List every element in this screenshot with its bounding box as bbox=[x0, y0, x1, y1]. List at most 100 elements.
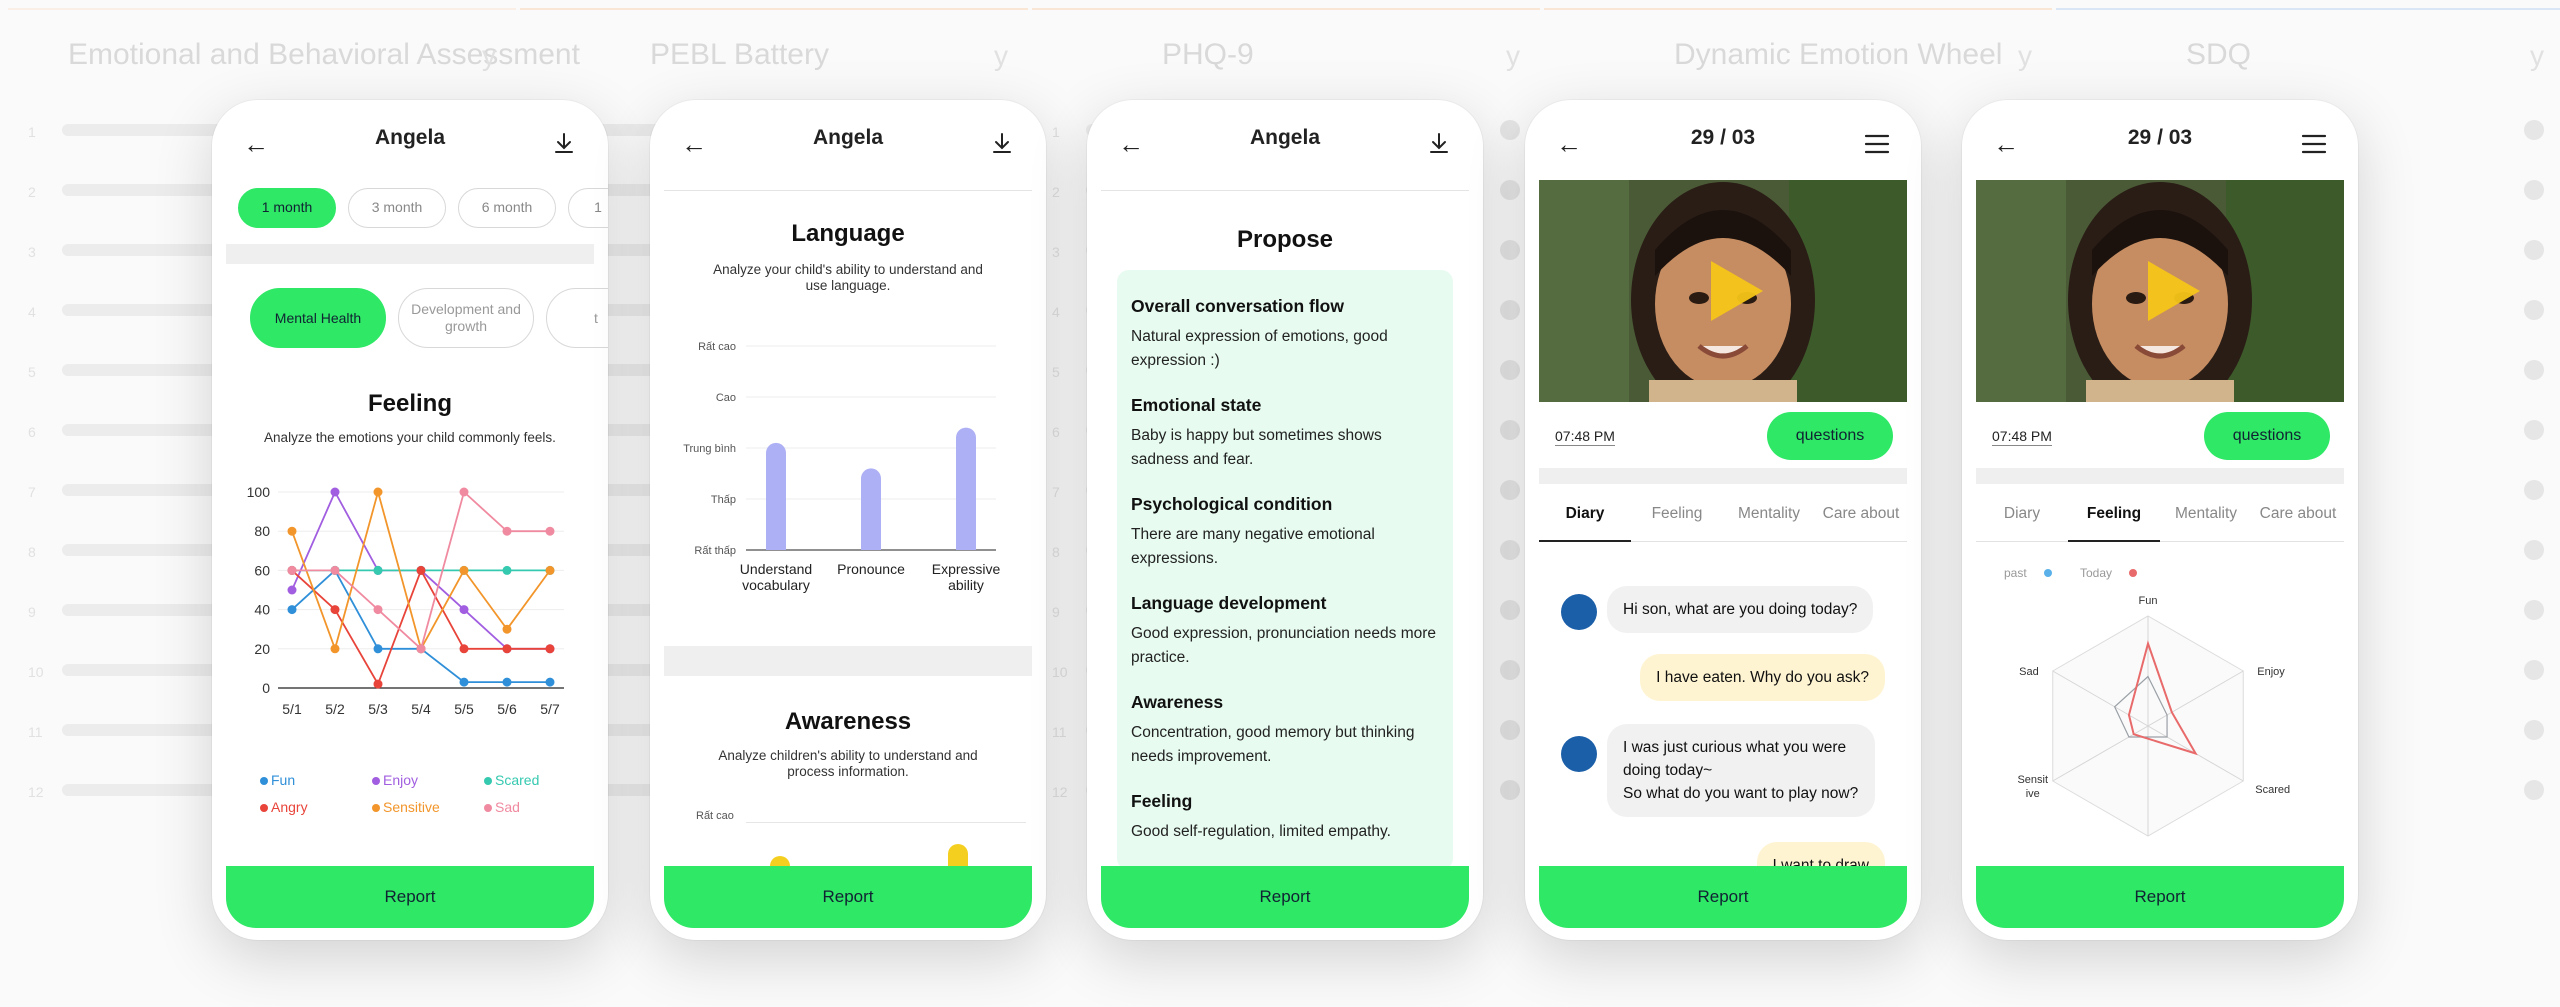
legend-dot bbox=[260, 777, 268, 785]
period-more[interactable]: 1 bbox=[568, 188, 608, 228]
section-title-awareness: Awareness bbox=[784, 708, 912, 735]
column-title: PEBL Battery bbox=[650, 38, 829, 71]
download-icon[interactable] bbox=[1421, 126, 1457, 162]
app-header: ← 29 / 03 bbox=[1525, 100, 1921, 190]
y-tick-label: Rất cao bbox=[698, 341, 736, 353]
tab-diary[interactable]: Diary bbox=[1976, 492, 2068, 542]
legend-dot bbox=[372, 804, 380, 812]
propose-item-body: Baby is happy but sometimes shows sadnes… bbox=[1131, 427, 1382, 468]
legend-dot bbox=[372, 777, 380, 785]
x-tick-label: Expressive bbox=[932, 561, 1001, 577]
play-icon[interactable] bbox=[1711, 261, 1763, 321]
tab-care-about[interactable]: Care about bbox=[1815, 492, 1907, 542]
category-more[interactable]: t bbox=[546, 288, 608, 348]
column-title: Dynamic Emotion Wheel bbox=[1674, 38, 2003, 71]
period-6-month[interactable]: 6 month bbox=[458, 188, 556, 228]
tab-feeling[interactable]: Feeling bbox=[1631, 492, 1723, 542]
series-line bbox=[291, 568, 550, 687]
download-icon[interactable] bbox=[984, 126, 1020, 162]
y-tick-label: Trung bình bbox=[683, 443, 736, 455]
phone-feeling: ← Angela 1 month 3 month 6 month 1 Menta… bbox=[212, 100, 608, 940]
tab-mentality[interactable]: Mentality bbox=[1723, 492, 1815, 542]
column-accent-line bbox=[8, 8, 516, 10]
menu-icon[interactable] bbox=[2296, 126, 2332, 162]
data-point bbox=[287, 585, 297, 595]
avatar bbox=[1561, 736, 1597, 772]
column-title: PHQ-9 bbox=[1162, 38, 1254, 71]
chart-legend: Fun Enjoy Scared Angry Sensitive Sad bbox=[212, 772, 608, 822]
category-mental-health[interactable]: Mental Health bbox=[250, 288, 386, 348]
legend-item: Scared bbox=[484, 772, 539, 788]
data-point bbox=[287, 605, 297, 615]
propose-item-title: Emotional state bbox=[1131, 395, 1262, 415]
period-3-month[interactable]: 3 month bbox=[348, 188, 446, 228]
video-thumbnail[interactable] bbox=[1539, 180, 1907, 402]
legend-item: Enjoy bbox=[372, 772, 418, 788]
period-1-month[interactable]: 1 month bbox=[238, 188, 336, 228]
data-point bbox=[373, 605, 383, 615]
x-tick-label: Pronounce bbox=[837, 561, 905, 577]
section-subtitle-awareness: Analyze children's ability to understand… bbox=[718, 748, 978, 779]
legend-today: Today bbox=[2080, 566, 2140, 580]
legend-dot bbox=[2129, 569, 2138, 577]
column-accent-line bbox=[2056, 8, 2560, 10]
phone-propose: ← Angela Propose Overall conversation fl… bbox=[1087, 100, 1483, 940]
phone-language: ← Angela Language Analyze your child's a… bbox=[650, 100, 1046, 940]
app-header: ← Angela bbox=[1087, 100, 1483, 190]
data-point bbox=[459, 487, 469, 497]
propose-item-title: Awareness bbox=[1131, 692, 1224, 712]
propose-item: Awareness Concentration, good memory but … bbox=[1131, 692, 1439, 769]
video-thumbnail[interactable] bbox=[1976, 180, 2344, 402]
x-tick-label: Understand bbox=[740, 561, 812, 577]
questions-button[interactable]: questions bbox=[1767, 412, 1893, 460]
column-title: SDQ bbox=[2186, 38, 2252, 71]
column-axis-label: y bbox=[2530, 40, 2544, 71]
menu-icon[interactable] bbox=[1859, 126, 1895, 162]
data-point bbox=[330, 605, 340, 615]
phone-feeling-radar: ← 29 / 03 07:48 PM questions Diary Feeli… bbox=[1962, 100, 2358, 940]
download-icon[interactable] bbox=[546, 126, 582, 162]
data-point bbox=[545, 565, 555, 575]
awareness-ytick: Rất cao bbox=[696, 810, 734, 822]
report-button[interactable]: Report bbox=[226, 866, 594, 928]
report-button[interactable]: Report bbox=[664, 866, 1032, 928]
x-tick-label: 5/6 bbox=[497, 701, 517, 717]
play-icon[interactable] bbox=[2148, 261, 2200, 321]
tab-mentality[interactable]: Mentality bbox=[2160, 492, 2252, 542]
report-button[interactable]: Report bbox=[1976, 866, 2344, 928]
awareness-gridline bbox=[746, 822, 1026, 823]
column-axis-label: y bbox=[482, 40, 496, 71]
radar-axis-label: Scared bbox=[2255, 784, 2290, 796]
category-development[interactable]: Development and growth bbox=[398, 288, 534, 348]
questions-button[interactable]: questions bbox=[2204, 412, 2330, 460]
header-divider bbox=[664, 190, 1032, 191]
data-point bbox=[373, 644, 383, 654]
x-tick-label: 5/7 bbox=[540, 701, 560, 717]
propose-item-title: Language development bbox=[1131, 593, 1327, 613]
section-title: Feeling bbox=[367, 390, 452, 417]
report-button[interactable]: Report bbox=[1539, 866, 1907, 928]
report-button[interactable]: Report bbox=[1101, 866, 1469, 928]
propose-item: Overall conversation flow Natural express… bbox=[1131, 296, 1439, 373]
data-point bbox=[459, 605, 469, 615]
propose-heading: Propose bbox=[1236, 226, 1334, 253]
propose-item-body: Natural expression of emotions, good exp… bbox=[1131, 328, 1388, 369]
tab-care-about[interactable]: Care about bbox=[2252, 492, 2344, 542]
data-point bbox=[416, 565, 426, 575]
y-tick-label: 80 bbox=[254, 523, 270, 539]
column-accent-line bbox=[520, 8, 1028, 10]
data-point bbox=[502, 644, 512, 654]
radar-axis-label: Fun bbox=[2139, 595, 2158, 607]
y-tick-label: Cao bbox=[716, 392, 736, 404]
legend-dot bbox=[484, 804, 492, 812]
x-tick-label: 5/3 bbox=[368, 701, 388, 717]
propose-item: Emotional state Baby is happy but sometim… bbox=[1131, 395, 1439, 472]
tab-feeling[interactable]: Feeling bbox=[2068, 492, 2160, 542]
legend-label: Enjoy bbox=[383, 772, 419, 788]
legend-dot bbox=[484, 777, 492, 785]
data-point bbox=[545, 526, 555, 536]
data-point bbox=[502, 677, 512, 687]
tab-diary[interactable]: Diary bbox=[1539, 492, 1631, 542]
y-tick-label: 20 bbox=[254, 641, 270, 657]
data-point bbox=[373, 565, 383, 575]
